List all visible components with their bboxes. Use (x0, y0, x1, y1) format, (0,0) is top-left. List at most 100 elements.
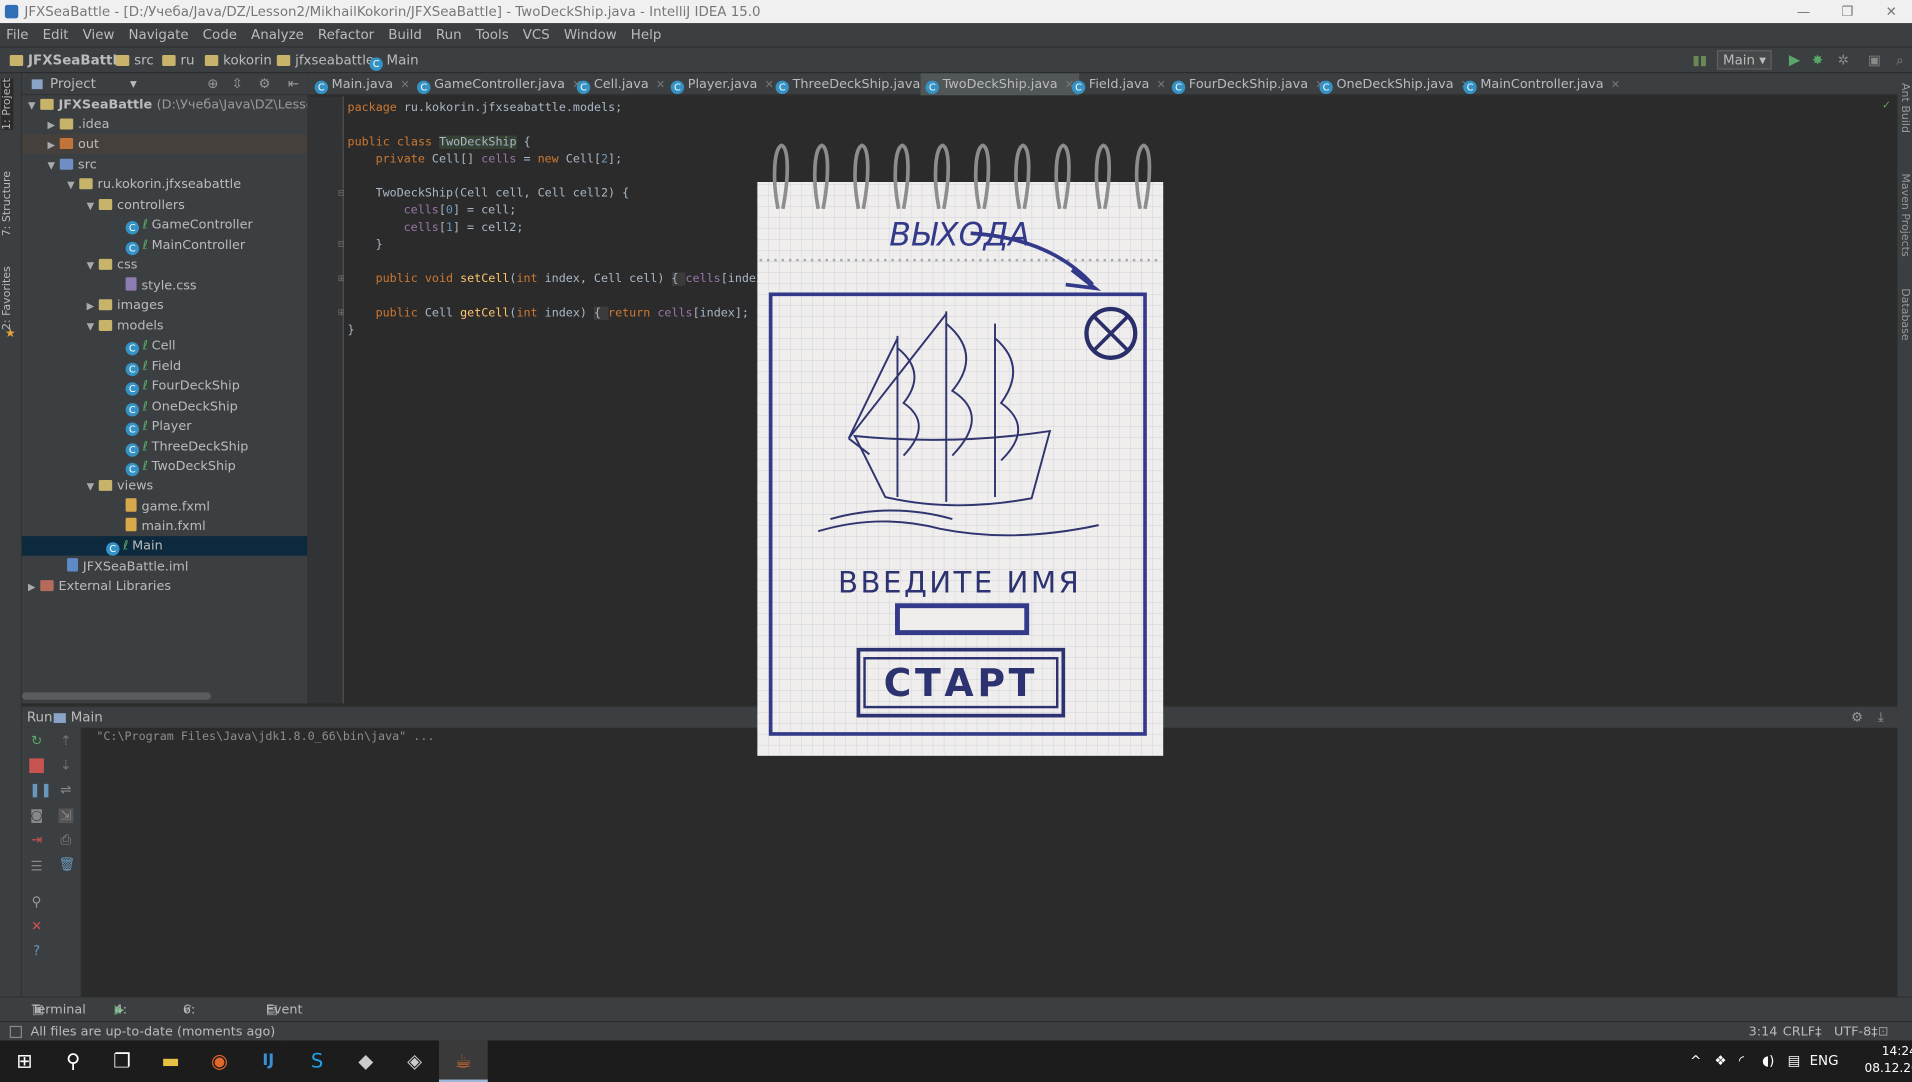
status-toggle-icon[interactable] (9, 1025, 22, 1039)
down-icon[interactable]: ⇣ (59, 758, 74, 773)
breadcrumb-ru[interactable]: ru (162, 48, 194, 74)
close-icon[interactable]: ✕ (29, 919, 44, 935)
tree-item-onedeckship[interactable]: Cℓ OneDeckShip (125, 397, 238, 417)
caret-position[interactable]: 3:14 (1749, 1022, 1778, 1042)
tab-gamecontroller[interactable]: CGameController.java✕ (417, 73, 581, 95)
menu-navigate[interactable]: Navigate (128, 27, 188, 43)
tray-expand-icon[interactable]: ^ (1690, 1040, 1701, 1082)
breadcrumb-kokorin[interactable]: kokorin (204, 48, 272, 74)
tab-twodeckship[interactable]: C TwoDeckShip.java ✕ (920, 73, 1080, 96)
hide-panel-icon[interactable]: ⤓ (1878, 707, 1884, 729)
tree-item-src[interactable]: ▼ src (48, 155, 97, 175)
tab-maincontroller[interactable]: C MainController.java ✕ (1463, 73, 1620, 95)
tree-item-idea[interactable]: ▶ .idea (48, 115, 110, 135)
tree-item-models[interactable]: ▼ models (87, 316, 164, 336)
project-view-select[interactable]: Project ▾ (50, 73, 137, 95)
breadcrumb-main[interactable]: C Main (369, 48, 419, 74)
run-tab-main[interactable]: Main (71, 707, 103, 729)
dump-threads-icon[interactable]: ◙ (29, 808, 44, 823)
tree-item-css[interactable]: ▼ css (87, 255, 138, 275)
firefox-icon[interactable]: ◉ (195, 1040, 244, 1082)
menu-build[interactable]: Build (388, 27, 422, 43)
close-button[interactable]: ✕ (1871, 0, 1912, 23)
breadcrumb-jfxseabattle[interactable]: jfxseabattle (276, 48, 374, 74)
help-icon[interactable]: ? (29, 943, 44, 959)
project-scrollbar[interactable] (21, 692, 211, 700)
tree-item-external-libraries[interactable]: ▶ External Libraries (28, 576, 171, 596)
minimize-button[interactable]: — (1783, 0, 1824, 23)
collapse-all-icon[interactable]: ⇳ (232, 73, 243, 95)
close-icon[interactable]: ✕ (1611, 79, 1620, 91)
maximize-button[interactable]: ❐ (1827, 0, 1868, 23)
clock[interactable]: 14:2408.12.2015 (1864, 1044, 1912, 1082)
menu-tools[interactable]: Tools (476, 27, 509, 43)
file-explorer-icon[interactable]: ▬ (146, 1040, 195, 1082)
pin-icon[interactable]: ⚲ (29, 895, 44, 910)
close-icon[interactable]: ✕ (765, 79, 774, 91)
editor-gutter[interactable]: ⊟ ⊟ ⊞ ⊞ (307, 96, 345, 704)
pause-icon[interactable]: ❚❚ (29, 782, 51, 798)
file-encoding[interactable]: UTF-8‡ (1834, 1022, 1878, 1042)
close-icon[interactable]: ✕ (1157, 79, 1166, 91)
project-tool-button[interactable]: 1: Project (1, 78, 14, 130)
gear-icon[interactable]: ⚙ (1851, 707, 1863, 729)
wifi-icon[interactable]: ◜ (1739, 1040, 1744, 1082)
menu-edit[interactable]: Edit (43, 27, 69, 43)
volume-icon[interactable]: ◖) (1762, 1040, 1774, 1082)
menu-help[interactable]: Help (631, 27, 662, 43)
task-view-icon[interactable]: ❐ (98, 1040, 147, 1082)
tree-item-out[interactable]: ▶ out (21, 134, 308, 154)
tab-onedeckship[interactable]: COneDeckShip.java✕ (1319, 73, 1470, 95)
console-output[interactable]: "C:\Program Files\Java\jdk1.8.0_66\bin\j… (81, 727, 1898, 997)
java-app-icon[interactable]: ☕ (438, 1040, 488, 1082)
search-icon[interactable]: ⚲ (49, 1040, 98, 1082)
tree-item-stylecss[interactable]: style.css (125, 276, 197, 296)
maven-tool-button[interactable]: Maven Projects (1899, 173, 1911, 256)
menu-window[interactable]: Window (564, 27, 617, 43)
menu-code[interactable]: Code (203, 27, 237, 43)
print-icon[interactable]: ⎙ (59, 832, 74, 848)
tab-threedeckship[interactable]: CThreeDeckShip.java✕ (775, 73, 937, 95)
tree-root[interactable]: ▼JFXSeaBattle (D:\Учеба\Java\DZ\Lesson2\… (28, 95, 307, 115)
menu-view[interactable]: View (83, 27, 115, 43)
ant-build-tool-button[interactable]: Ant Build (1899, 83, 1911, 133)
search-icon[interactable]: ⌕ (1896, 48, 1904, 74)
tree-item-cell[interactable]: Cℓ Cell (125, 336, 176, 356)
project-structure-icon[interactable]: ▣ (1868, 48, 1881, 74)
wrap-icon[interactable]: ⇌ (59, 782, 74, 798)
close-icon[interactable]: ✕ (400, 79, 409, 91)
tab-main[interactable]: C Main.java ✕ (314, 73, 410, 95)
tree-item-field[interactable]: Cℓ Field (125, 357, 181, 377)
tree-item-twodeckship[interactable]: Cℓ TwoDeckShip (125, 457, 236, 477)
tree-item-player[interactable]: Cℓ Player (125, 416, 191, 436)
intellij-icon[interactable]: IJ (244, 1040, 293, 1082)
coverage-icon[interactable]: ✲ (1838, 48, 1849, 74)
gear-icon[interactable]: ⚙ (259, 73, 271, 95)
tree-item-gamecontroller[interactable]: Cℓ GameController (125, 215, 253, 235)
menu-file[interactable]: File (6, 27, 28, 43)
tab-player[interactable]: C Player.java ✕ (670, 73, 774, 95)
tree-item-main[interactable]: Cℓ Main (21, 536, 308, 556)
layout-icon[interactable]: ☰ (29, 859, 44, 875)
tree-item-package[interactable]: ▼ ru.kokorin.jfxseabattle (67, 175, 241, 195)
tree-item-fourdeckship[interactable]: Cℓ FourDeckShip (125, 376, 240, 396)
tree-item-threedeckship[interactable]: Cℓ ThreeDeckShip (125, 437, 248, 457)
menu-vcs[interactable]: VCS (523, 27, 550, 43)
menu-analyze[interactable]: Analyze (251, 27, 304, 43)
lock-icon[interactable]: ⊡ (1878, 1022, 1889, 1042)
start-button[interactable]: ⊞ (0, 1040, 49, 1082)
rerun-icon[interactable]: ↻ (29, 733, 44, 749)
tree-item-views[interactable]: ▼ views (87, 476, 154, 496)
notification-icon[interactable]: ▤ (1788, 1040, 1801, 1082)
run-config-select[interactable]: Main ▾ (1716, 50, 1773, 70)
tree-item-mainfxml[interactable]: main.fxml (125, 517, 206, 537)
build-icon[interactable]: ▮▮ (1693, 48, 1708, 74)
database-tool-button[interactable]: Database (1899, 288, 1911, 340)
scroll-end-icon[interactable]: ⇲ (58, 808, 74, 824)
run-icon[interactable]: ▶ (1789, 48, 1800, 74)
tree-item-controllers[interactable]: ▼ controllers (87, 195, 185, 215)
line-separator[interactable]: CRLF‡ (1783, 1022, 1822, 1042)
structure-tool-button[interactable]: 7: Structure (1, 171, 13, 236)
app-icon[interactable]: ◆ (341, 1040, 390, 1082)
tree-item-gamefxml[interactable]: game.fxml (125, 497, 210, 517)
